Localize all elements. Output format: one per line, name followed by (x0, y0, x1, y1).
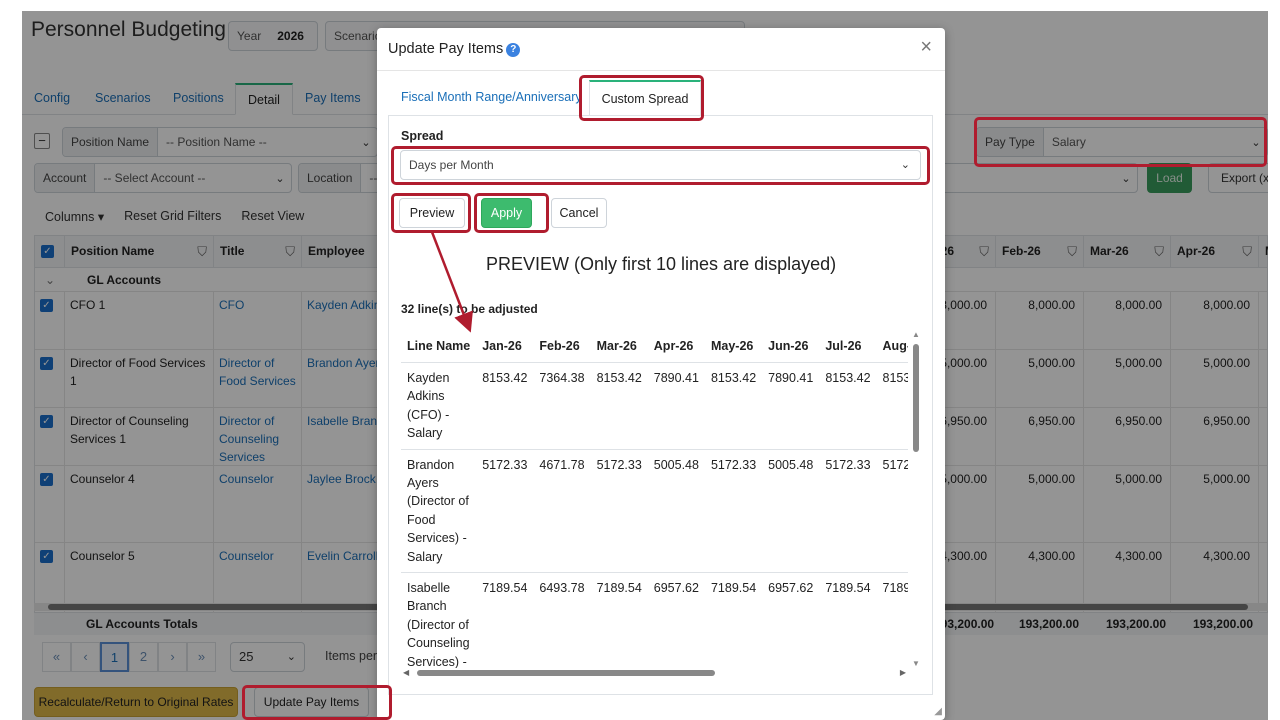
preview-horizontal-scrollbar[interactable]: ◀ ▶ (401, 668, 908, 678)
preview-row: Brandon Ayers (Director of Food Services… (401, 449, 908, 574)
preview-row: Kayden Adkins (CFO) - Salary 8153.42 736… (401, 362, 908, 450)
col-month: Mar-26 (590, 330, 648, 363)
value-cell: 7189.54 (819, 572, 877, 668)
tab-custom-spread[interactable]: Custom Spread (589, 80, 701, 116)
preview-table-container[interactable]: Line Name Jan-26 Feb-26 Mar-26 Apr-26 Ma… (401, 330, 908, 668)
scrollbar-thumb[interactable] (913, 344, 919, 452)
value-cell: 7890.41 (647, 362, 705, 450)
preview-table-header-row: Line Name Jan-26 Feb-26 Mar-26 Apr-26 Ma… (401, 330, 908, 363)
value-cell: 5172.33 (590, 449, 648, 574)
apply-button[interactable]: Apply (481, 198, 532, 228)
value-cell: 7364.38 (533, 362, 591, 450)
lines-adjusted-text: 32 line(s) to be adjusted (401, 302, 538, 316)
spread-select-value: Days per Month (409, 158, 494, 172)
value-cell: 7189.54 (704, 572, 763, 668)
scroll-down-icon[interactable]: ▼ (911, 659, 921, 668)
col-month: Apr-26 (647, 330, 705, 363)
dialog-title: Update Pay Items? (388, 41, 521, 57)
value-cell: 7189.54 (590, 572, 648, 668)
value-cell: 6493.78 (533, 572, 591, 668)
value-cell: 6957.62 (762, 572, 820, 668)
update-pay-items-dialog: Update Pay Items? × Fiscal Month Range/A… (377, 28, 945, 720)
value-cell: 7189.54 (876, 572, 908, 668)
value-cell: 8153.42 (590, 362, 648, 450)
close-icon[interactable]: × (920, 36, 932, 59)
scroll-right-icon[interactable]: ▶ (900, 668, 906, 677)
value-cell: 5005.48 (762, 449, 820, 574)
line-name: Isabelle Branch (Director of Counseling … (401, 572, 477, 668)
preview-button[interactable]: Preview (399, 198, 465, 228)
value-cell: 5005.48 (647, 449, 705, 574)
dialog-title-text: Update Pay Items (388, 41, 504, 57)
dialog-header-divider (377, 70, 945, 71)
value-cell: 5172.33 (876, 449, 908, 574)
scroll-left-icon[interactable]: ◀ (403, 668, 409, 677)
col-month: Jun-26 (762, 330, 820, 363)
resize-handle-icon[interactable]: ◢ (934, 706, 942, 717)
col-month: Feb-26 (533, 330, 591, 363)
cancel-button[interactable]: Cancel (551, 198, 607, 228)
col-month: Jan-26 (476, 330, 534, 363)
col-month: Aug-26 (876, 330, 908, 363)
help-icon[interactable]: ? (506, 43, 521, 57)
scroll-up-icon[interactable]: ▲ (911, 330, 921, 339)
value-cell: 8153.42 (704, 362, 763, 450)
col-month: Jul-26 (819, 330, 877, 363)
col-month: May-26 (704, 330, 763, 363)
spread-label: Spread (401, 129, 444, 143)
preview-row: Isabelle Branch (Director of Counseling … (401, 572, 908, 668)
line-name: Brandon Ayers (Director of Food Services… (401, 449, 477, 574)
tab-fiscal-month-range[interactable]: Fiscal Month Range/Anniversary (401, 90, 582, 104)
value-cell: 8153.42 (476, 362, 534, 450)
chevron-down-icon: ⌄ (900, 159, 910, 171)
preview-title: PREVIEW (Only first 10 lines are display… (486, 254, 837, 274)
value-cell: 7189.54 (476, 572, 534, 668)
preview-vertical-scrollbar[interactable]: ▲ ▼ (911, 330, 921, 668)
col-line-name: Line Name (401, 330, 477, 363)
value-cell: 8153.42 (876, 362, 908, 450)
value-cell: 4671.78 (533, 449, 591, 574)
value-cell: 5172.33 (819, 449, 877, 574)
value-cell: 8153.42 (819, 362, 877, 450)
spread-select[interactable]: Days per Month ⌄ (400, 150, 921, 180)
value-cell: 6957.62 (647, 572, 705, 668)
value-cell: 5172.33 (704, 449, 763, 574)
scrollbar-thumb[interactable] (417, 670, 715, 676)
line-name: Kayden Adkins (CFO) - Salary (401, 362, 477, 450)
value-cell: 5172.33 (476, 449, 534, 574)
preview-table: Line Name Jan-26 Feb-26 Mar-26 Apr-26 Ma… (401, 330, 908, 668)
value-cell: 7890.41 (762, 362, 820, 450)
